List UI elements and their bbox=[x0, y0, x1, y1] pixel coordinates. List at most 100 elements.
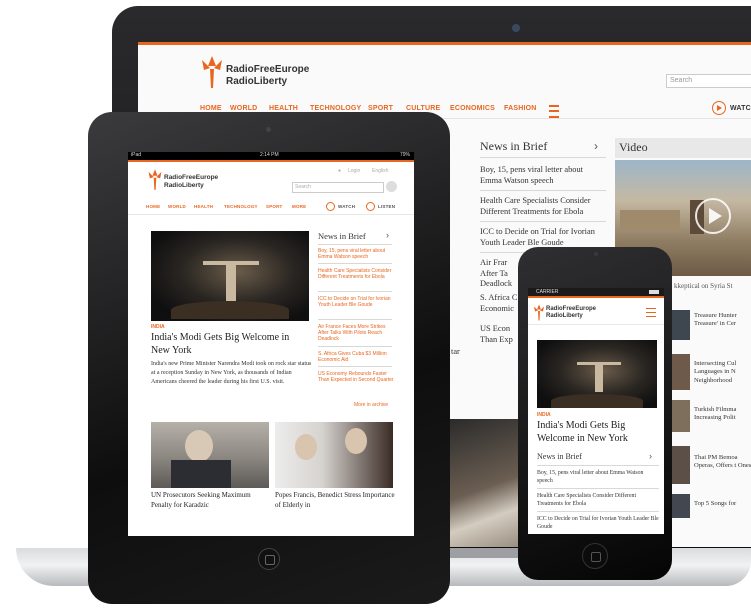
story-headline[interactable]: India's Modi Gets Big Welcome in New Yor… bbox=[537, 419, 661, 445]
play-icon[interactable] bbox=[712, 101, 726, 115]
category-label[interactable]: INDIA bbox=[151, 324, 165, 330]
nav-health[interactable]: HEALTH bbox=[269, 105, 298, 112]
brief-item[interactable]: Health Care Specialists Consider Differe… bbox=[318, 268, 394, 280]
phone-speaker bbox=[578, 264, 612, 268]
nav-economics[interactable]: ECONOMICS bbox=[450, 105, 495, 112]
status-right: 79% bbox=[399, 152, 410, 158]
tablet-camera bbox=[266, 127, 271, 132]
brand-line2: RadioLiberty bbox=[226, 76, 288, 87]
search-icon[interactable] bbox=[386, 181, 397, 192]
language-link[interactable]: English bbox=[372, 168, 388, 174]
login-link[interactable]: Login bbox=[348, 168, 360, 174]
search-input[interactable]: Search bbox=[292, 182, 384, 193]
brief-item[interactable]: Health Care Specialists Consider Differe… bbox=[537, 493, 659, 508]
status-time: 2:14 PM bbox=[260, 152, 279, 158]
nav-sport[interactable]: SPORT bbox=[266, 204, 283, 209]
status-left: iPad bbox=[131, 152, 142, 158]
story2-photo[interactable] bbox=[151, 422, 269, 488]
search-placeholder: Search bbox=[670, 77, 693, 84]
watch-label[interactable]: WATCH bbox=[338, 204, 355, 209]
brief-item[interactable]: Air Frar After Ta Deadlock bbox=[480, 258, 520, 290]
brand-logo[interactable]: RadioFreeEurope RadioLiberty bbox=[532, 302, 622, 326]
phone-camera bbox=[594, 252, 598, 256]
home-button[interactable] bbox=[258, 548, 280, 570]
brand-line1: RadioFreeEurope bbox=[546, 306, 597, 312]
play-icon[interactable] bbox=[326, 202, 335, 211]
story-photo[interactable] bbox=[537, 340, 657, 408]
nav-technology[interactable]: TECHNOLOGY bbox=[310, 105, 361, 112]
brand-logo[interactable]: RadioFreeEurope RadioLiberty bbox=[146, 166, 236, 196]
torch-icon bbox=[534, 304, 544, 321]
side-item[interactable]: Intersecting Cul Languages in N Neighbor… bbox=[694, 360, 751, 385]
brief-item[interactable]: Boy, 15, pens viral letter about Emma Wa… bbox=[318, 248, 394, 260]
story3-photo[interactable] bbox=[275, 422, 393, 488]
news-in-brief-title: News in Brief bbox=[537, 452, 582, 461]
side-item[interactable]: Turkish Filmma Increasing Polit bbox=[694, 406, 751, 423]
home-button[interactable] bbox=[582, 543, 608, 569]
news-in-brief-title: News in Brief bbox=[318, 231, 366, 241]
battery-icon bbox=[649, 290, 659, 294]
status-bar: CARRIER bbox=[528, 288, 664, 296]
more-in-archive-link[interactable]: More in archive bbox=[354, 402, 388, 408]
brief-item[interactable]: US Econ Than Exp bbox=[480, 324, 520, 345]
category-label[interactable]: INDIA bbox=[537, 412, 551, 418]
story-photo[interactable] bbox=[151, 231, 309, 321]
nav-world[interactable]: WORLD bbox=[168, 204, 186, 209]
listen-label[interactable]: LISTEN bbox=[378, 204, 395, 209]
nav-health[interactable]: HEALTH bbox=[194, 204, 213, 209]
brand-line1: RadioFreeEurope bbox=[164, 174, 219, 181]
watch-label[interactable]: WATC bbox=[730, 105, 751, 112]
nav-sport[interactable]: SPORT bbox=[368, 105, 393, 112]
status-bar: iPad 2:14 PM 79% bbox=[128, 152, 414, 160]
laptop-camera bbox=[512, 24, 520, 32]
chevron-right-icon[interactable]: › bbox=[594, 139, 598, 153]
menu-icon[interactable] bbox=[646, 308, 656, 317]
brief-item[interactable]: Boy, 15, pens viral letter about Emma Wa… bbox=[537, 470, 659, 485]
brief-item[interactable]: S. Africa C Economic bbox=[480, 293, 520, 314]
thumb[interactable] bbox=[670, 400, 690, 432]
chevron-right-icon[interactable]: › bbox=[386, 230, 389, 240]
thumb[interactable] bbox=[670, 310, 690, 340]
story3-headline[interactable]: Popes Francis, Benedict Stress Importanc… bbox=[275, 491, 395, 510]
story-summary: India's new Prime Minister Narendra Modi… bbox=[151, 361, 312, 385]
brief-item[interactable]: ICC to Decide on Trial for Ivorian Youth… bbox=[318, 296, 394, 308]
brief-item[interactable]: ICC to Decide on Trial for Ivorian Youth… bbox=[480, 227, 606, 248]
side-item[interactable]: Treasure Hunter Treasure' in Cer bbox=[694, 312, 751, 329]
nav-fashion[interactable]: FASHION bbox=[504, 105, 537, 112]
brief-item[interactable]: Air France Faces More Strikes After Talk… bbox=[318, 324, 394, 342]
side-item[interactable]: Top 5 Songs for bbox=[694, 500, 751, 508]
story2-headline[interactable]: UN Prosecutors Seeking Maximum Penalty f… bbox=[151, 491, 269, 510]
nav-more[interactable]: MORE bbox=[292, 204, 306, 209]
brief-item[interactable]: ICC to Decide on Trial for Ivorian Youth… bbox=[537, 516, 659, 531]
search-placeholder: Search bbox=[295, 184, 311, 190]
thumb[interactable] bbox=[670, 494, 690, 518]
chevron-right-icon[interactable]: › bbox=[649, 451, 652, 461]
thumb[interactable] bbox=[670, 354, 690, 390]
search-input[interactable]: Search bbox=[666, 74, 751, 88]
brief-item[interactable]: S. Africa Gives Cuba $3 Million Economic… bbox=[318, 351, 394, 363]
brief-item[interactable]: US Economy Rebounds Faster Than Expected… bbox=[318, 371, 394, 383]
brand-line2: RadioLiberty bbox=[164, 182, 204, 189]
brand-line1: RadioFreeEurope bbox=[226, 64, 310, 75]
torch-icon bbox=[202, 56, 222, 88]
nav-home[interactable]: HOME bbox=[146, 204, 160, 209]
nav-home[interactable]: HOME bbox=[200, 105, 222, 112]
play-icon[interactable] bbox=[695, 198, 731, 234]
side-item[interactable]: Thai PM Bemoa Operas, Offers t Ones bbox=[694, 454, 751, 471]
brand-logo[interactable]: RadioFreeEurope RadioLiberty bbox=[198, 52, 348, 92]
video-title: Video bbox=[619, 140, 648, 154]
torch-icon bbox=[148, 169, 162, 190]
nav-world[interactable]: WORLD bbox=[230, 105, 257, 112]
brief-item[interactable]: Health Care Specialists Consider Differe… bbox=[480, 196, 606, 217]
listen-icon[interactable] bbox=[366, 202, 375, 211]
nav-culture[interactable]: CULTURE bbox=[406, 105, 440, 112]
story-caption[interactable]: tar bbox=[451, 347, 460, 358]
menu-icon[interactable] bbox=[549, 105, 559, 118]
brand-line2: RadioLiberty bbox=[546, 313, 583, 319]
story-headline[interactable]: India's Modi Gets Big Welcome in New Yor… bbox=[151, 332, 309, 357]
brief-item[interactable]: Boy, 15, pens viral letter about Emma Wa… bbox=[480, 165, 606, 186]
video-caption[interactable]: kkeptical on Syria St bbox=[674, 282, 733, 290]
thumb[interactable] bbox=[670, 446, 690, 484]
user-icon[interactable]: ● bbox=[338, 168, 341, 174]
nav-technology[interactable]: TECHNOLOGY bbox=[224, 204, 258, 209]
